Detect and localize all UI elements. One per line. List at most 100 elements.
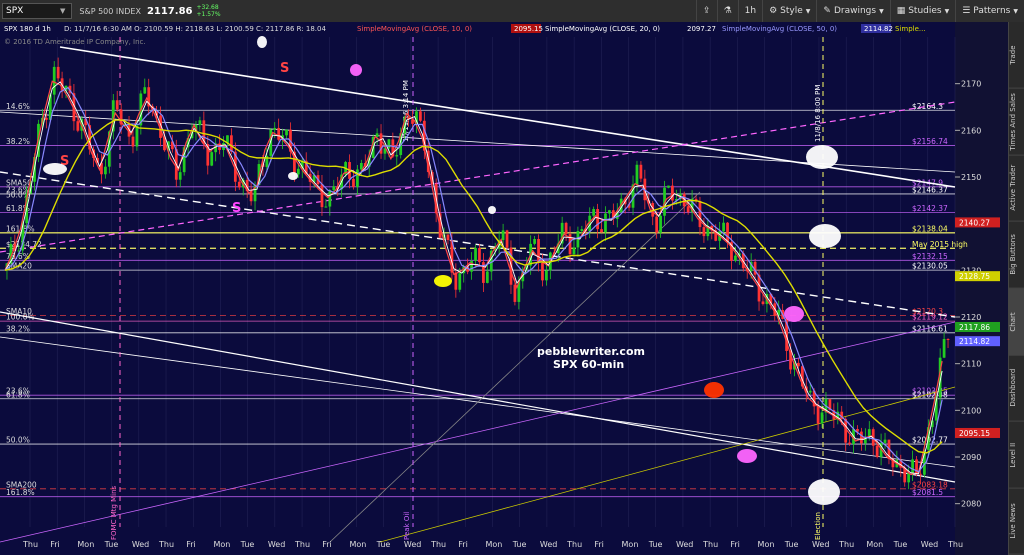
level-label: $2132.15 xyxy=(912,252,948,261)
left-level-label: 38.2% xyxy=(6,137,30,146)
candle-body xyxy=(76,121,80,131)
annotation-marker xyxy=(808,479,840,505)
candle-body xyxy=(356,169,359,188)
candle-body xyxy=(635,164,639,185)
candle-body xyxy=(734,255,737,261)
chart-watermark: pebblewriter.com xyxy=(537,345,645,358)
candle-body xyxy=(198,120,202,126)
candle-body xyxy=(359,163,363,170)
annotation-marker xyxy=(350,64,362,76)
chart-background xyxy=(0,22,1008,555)
candle-body xyxy=(639,164,643,179)
x-tick-label: Fri xyxy=(730,540,740,549)
price-tag-label: 2140.27 xyxy=(959,218,990,227)
candle-body xyxy=(907,472,911,483)
candle-body xyxy=(387,139,391,149)
candle-body xyxy=(698,201,702,228)
x-tick-label: Mon xyxy=(349,540,366,549)
candle-body xyxy=(659,215,662,233)
x-tick-label: Tue xyxy=(240,540,255,549)
sidebar-tab[interactable]: Big Buttons xyxy=(1009,221,1024,289)
studies-icon: ▦ xyxy=(896,6,906,16)
candle-body xyxy=(505,230,509,248)
y-tick-label: 2080 xyxy=(961,500,981,509)
candle-body xyxy=(848,442,851,445)
sidebar-tab[interactable]: Trade xyxy=(1009,22,1024,89)
candle-body xyxy=(722,222,725,232)
interval-selector[interactable]: 1h xyxy=(737,0,762,22)
share-button[interactable]: ⇪ xyxy=(696,0,717,22)
candle-body xyxy=(44,117,48,120)
left-level-label: 14.6% xyxy=(6,102,30,111)
flask-button[interactable]: ⚗ xyxy=(716,0,738,22)
sidebar-tab[interactable]: Dashboard xyxy=(1009,355,1024,422)
candle-body xyxy=(352,178,355,188)
pencil-icon: ✎ xyxy=(823,6,831,16)
left-level-label: 61.8% xyxy=(6,390,30,399)
sidebar-tab[interactable]: Active Trader xyxy=(1009,155,1024,222)
candle-body xyxy=(572,247,576,255)
price-tag-label: 2095.15 xyxy=(959,429,990,438)
style-button[interactable]: ⚙ Style ▼ xyxy=(762,0,816,22)
drawings-label: Drawings xyxy=(833,6,877,16)
chevron-down-icon: ▼ xyxy=(879,7,884,15)
annotation-marker xyxy=(288,172,298,180)
level-label: May 2015 high xyxy=(912,240,968,249)
annotation-marker xyxy=(704,382,724,398)
candle-body xyxy=(328,190,332,207)
instrument-description: S&P 500 INDEX xyxy=(79,6,141,16)
candle-body xyxy=(816,406,820,424)
level-label: $2164.3 xyxy=(912,102,943,111)
studies-button[interactable]: ▦ Studies ▼ xyxy=(889,0,956,22)
change-pct: +1.57% xyxy=(196,11,221,18)
candle-body xyxy=(56,66,60,79)
x-tick-label: Tue xyxy=(104,540,119,549)
price-chart[interactable]: $2164.3$2156.74$2147.9$2146.37$2142.37$2… xyxy=(0,22,1008,555)
candle-body xyxy=(655,216,659,233)
candle-body xyxy=(104,166,107,175)
y-tick-label: 2160 xyxy=(961,126,981,135)
candle-body xyxy=(237,181,241,188)
price-tag-label: 2117.86 xyxy=(959,323,990,332)
candle-body xyxy=(564,222,568,235)
candle-body xyxy=(541,262,544,281)
sidebar-tab[interactable]: Live News xyxy=(1009,488,1024,555)
drawings-button[interactable]: ✎ Drawings ▼ xyxy=(816,0,889,22)
y-axis-panel xyxy=(955,22,1008,555)
change-abs: +32.68 xyxy=(196,4,219,11)
annotation-marker xyxy=(784,306,804,322)
symbol-dropdown-icon[interactable]: ▼ xyxy=(60,7,65,15)
level-label: $2119.12 xyxy=(912,313,948,322)
candle-body xyxy=(600,229,603,233)
sidebar-tab[interactable]: Level II xyxy=(1009,421,1024,489)
candle-body xyxy=(395,155,399,157)
sidebar-tab[interactable]: Chart xyxy=(1009,288,1024,356)
level-label: $2116.61 xyxy=(912,324,948,333)
x-tick-label: Wed xyxy=(812,540,829,549)
patterns-icon: ☰ xyxy=(962,6,971,16)
level-label: $2146.37 xyxy=(912,185,948,194)
candle-body xyxy=(277,127,281,140)
patterns-label: Patterns xyxy=(973,6,1011,16)
candle-body xyxy=(580,229,584,232)
annotation-marker xyxy=(809,224,841,248)
x-tick-label: Tue xyxy=(784,540,799,549)
candle-body xyxy=(324,206,328,208)
annotation-marker xyxy=(806,145,838,169)
x-tick-label: Tue xyxy=(893,540,908,549)
x-tick-label: Fri xyxy=(50,540,60,549)
candle-body xyxy=(296,168,300,175)
patterns-button[interactable]: ☰ Patterns ▼ xyxy=(955,0,1024,22)
x-tick-label: Thu xyxy=(158,540,174,549)
sidebar-tab[interactable]: Times And Sales xyxy=(1009,88,1024,156)
candle-body xyxy=(135,125,139,147)
chart-title: SPX 60-min xyxy=(553,358,624,371)
sma10-value: 2095.15 xyxy=(514,25,543,33)
price-tag-label: 2114.82 xyxy=(959,337,990,346)
candle-body xyxy=(761,301,765,305)
candle-body xyxy=(604,213,607,233)
candle-body xyxy=(501,230,505,241)
chevron-down-icon: ▼ xyxy=(1013,7,1018,15)
wave-label: S xyxy=(280,61,289,76)
level-label: $2102.48 xyxy=(912,390,948,399)
